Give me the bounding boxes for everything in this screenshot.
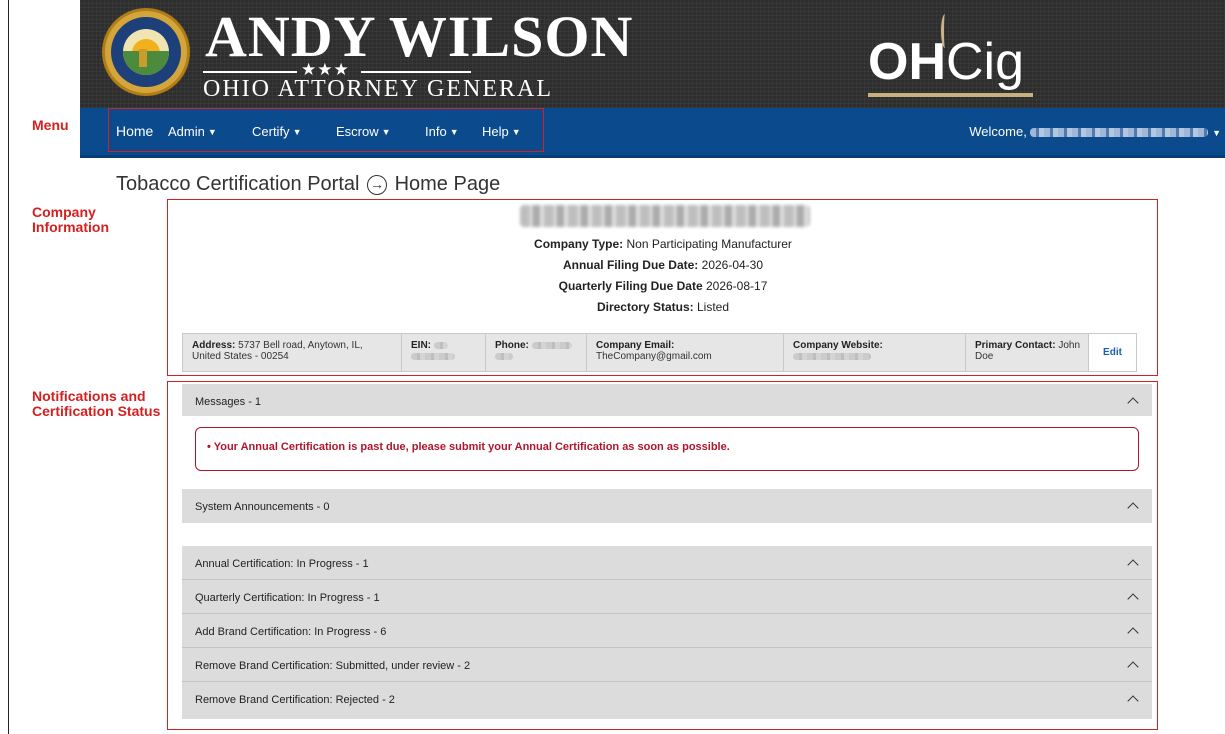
welcome-label: Welcome, — [969, 124, 1027, 139]
website-cell: Company Website: — [784, 334, 966, 371]
redacted-company-name — [520, 205, 810, 227]
messages-accordion-header[interactable]: Messages - 1 — [182, 384, 1152, 416]
chevron-up-icon[interactable] — [1126, 658, 1140, 672]
past-due-alert: • Your Annual Certification is past due,… — [195, 427, 1139, 471]
status-remove-brand-submitted[interactable]: Remove Brand Certification: Submitted, u… — [182, 648, 1152, 682]
nav-info-label: Info — [425, 124, 447, 139]
status-label: Remove Brand Certification: Submitted, u… — [195, 660, 471, 672]
arrow-circle-icon: → — [367, 175, 388, 195]
directory-status-value: Listed — [697, 300, 730, 314]
company-contact-strip: Address: 5737 Bell road, Anytown, IL, Un… — [182, 333, 1137, 372]
redacted-website — [793, 353, 871, 360]
ein-cell: EIN: — [402, 334, 486, 371]
nav-info[interactable]: Info ▼ — [425, 124, 459, 139]
chevron-up-icon[interactable] — [1126, 394, 1140, 408]
redacted-phone — [531, 342, 572, 349]
annual-filing-due: Annual Filing Due Date: 2026-04-30 — [168, 258, 1158, 272]
ein-label: EIN: — [411, 340, 431, 351]
annotation-menu: Menu — [32, 117, 69, 133]
ohcig-logo: OHCig — [868, 14, 1025, 91]
page-title: Tobacco Certification Portal → Home Page — [116, 173, 500, 196]
status-remove-brand-rejected[interactable]: Remove Brand Certification: Rejected - 2 — [182, 682, 1152, 719]
caret-down-icon: ▼ — [511, 127, 521, 137]
caret-down-icon: ▼ — [207, 127, 217, 137]
annual-filing-label: Annual Filing Due Date: — [562, 258, 699, 272]
address-label: Address: — [192, 340, 236, 351]
quarterly-filing-label: Quarterly Filing Due Date — [558, 279, 703, 293]
company-type-label: Company Type: — [534, 237, 624, 251]
caret-down-icon: ▼ — [1212, 128, 1221, 138]
header-banner: ANDY WILSON ★★★ OHIO ATTORNEY GENERAL OH… — [80, 0, 1225, 108]
nav-admin-label: Admin — [168, 124, 205, 139]
quarterly-filing-due: Quarterly Filing Due Date 2026-08-17 — [168, 279, 1158, 293]
chevron-up-icon[interactable] — [1126, 590, 1140, 604]
user-welcome-menu[interactable]: Welcome, ▼ — [969, 124, 1221, 139]
chevron-up-icon[interactable] — [1126, 624, 1140, 638]
company-type: Company Type: Non Participating Manufact… — [168, 237, 1158, 251]
status-annual-certification[interactable]: Annual Certification: In Progress - 1 — [182, 546, 1152, 580]
official-name: ANDY WILSON — [205, 4, 634, 69]
company-type-value: Non Participating Manufacturer — [626, 237, 792, 251]
smoke-icon — [941, 14, 949, 48]
logo-underline — [868, 93, 1033, 97]
annotation-company-information: Company Information — [32, 204, 109, 235]
redacted-ein — [433, 342, 448, 349]
directory-status: Directory Status: Listed — [168, 300, 1158, 314]
system-announcements-accordion-header[interactable]: System Announcements - 0 — [182, 489, 1152, 523]
annual-filing-value: 2026-04-30 — [701, 258, 764, 272]
chevron-up-icon[interactable] — [1126, 556, 1140, 570]
quarterly-filing-value: 2026-08-17 — [705, 279, 768, 293]
redacted-username — [1030, 128, 1209, 137]
system-announcements-label: System Announcements - 0 — [195, 501, 330, 513]
annotation-notifications: Notifications and Certification Status — [32, 388, 161, 419]
status-label: Quarterly Certification: In Progress - 1 — [195, 592, 380, 604]
directory-status-label: Directory Status: — [596, 300, 694, 314]
page-title-home: Home Page — [394, 173, 501, 195]
page-title-portal: Tobacco Certification Portal — [116, 173, 360, 195]
status-label: Add Brand Certification: In Progress - 6 — [195, 626, 387, 638]
redacted-phone — [495, 353, 513, 360]
edit-company-button[interactable]: Edit — [1088, 334, 1136, 371]
email-value: TheCompany@gmail.com — [596, 351, 712, 362]
nav-help-label: Help — [482, 124, 509, 139]
phone-cell: Phone: — [486, 334, 587, 371]
ohcig-logo-light: Cig — [946, 33, 1025, 91]
status-add-brand-certification[interactable]: Add Brand Certification: In Progress - 6 — [182, 614, 1152, 648]
nav-escrow-label: Escrow — [336, 124, 379, 139]
nav-home-label: Home — [116, 123, 154, 139]
primary-contact-label: Primary Contact: — [975, 340, 1056, 351]
nav-certify-label: Certify — [252, 124, 290, 139]
phone-label: Phone: — [495, 340, 529, 351]
ohcig-logo-bold: OH — [868, 33, 946, 91]
ohio-attorney-general-seal-icon — [102, 8, 190, 96]
nav-home[interactable]: Home — [116, 123, 153, 139]
website-label: Company Website: — [793, 340, 883, 351]
status-quarterly-certification[interactable]: Quarterly Certification: In Progress - 1 — [182, 580, 1152, 614]
left-border-rule — [8, 0, 9, 734]
nav-admin[interactable]: Admin ▼ — [168, 124, 217, 139]
status-label: Annual Certification: In Progress - 1 — [195, 558, 369, 570]
nav-certify[interactable]: Certify ▼ — [252, 124, 301, 139]
chevron-up-icon[interactable] — [1126, 692, 1140, 706]
primary-contact-cell: Primary Contact: John Doe — [966, 334, 1090, 371]
address-cell: Address: 5737 Bell road, Anytown, IL, Un… — [183, 334, 402, 371]
email-label: Company Email: — [596, 340, 675, 351]
office-title: OHIO ATTORNEY GENERAL — [203, 76, 553, 102]
nav-escrow[interactable]: Escrow ▼ — [336, 124, 391, 139]
email-cell: Company Email: TheCompany@gmail.com — [587, 334, 784, 371]
chevron-up-icon[interactable] — [1126, 499, 1140, 513]
status-label: Remove Brand Certification: Rejected - 2 — [195, 694, 395, 706]
nav-help[interactable]: Help ▼ — [482, 124, 521, 139]
caret-down-icon: ▼ — [292, 127, 302, 137]
main-navbar: Home Admin ▼ Certify ▼ Escrow ▼ Info ▼ Help ▼… — [80, 108, 1225, 158]
caret-down-icon: ▼ — [381, 127, 391, 137]
caret-down-icon: ▼ — [449, 127, 459, 137]
redacted-ein — [411, 353, 455, 360]
messages-label: Messages - 1 — [195, 396, 262, 408]
